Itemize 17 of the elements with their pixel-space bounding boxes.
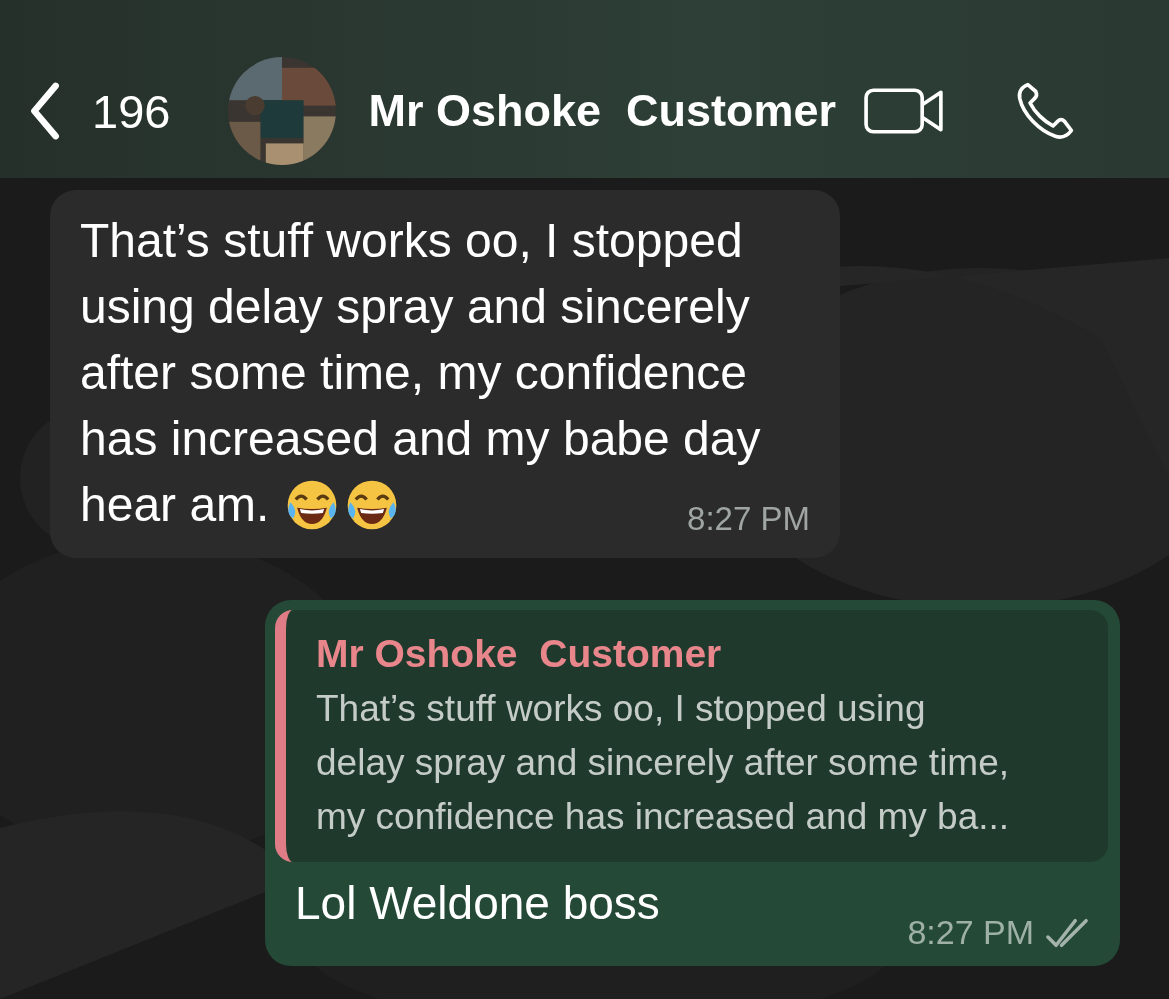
message-time: 8:27 PM [907,913,1034,952]
quote-text: my confidence has increased and my ba... [316,795,1011,839]
message-text: using delay spray and sincerely [80,279,751,335]
back-button[interactable]: 196 [28,82,171,140]
quote-text: That’s stuff works oo, I stopped using [316,687,927,731]
chevron-icon [28,82,62,140]
message-text: hear am. [80,477,270,533]
contact-name[interactable]: Mr Oshoke Customer [368,85,837,137]
quote-author: Mr Oshoke Customer [316,632,723,676]
message-text: That’s stuff works oo, I stopped [80,213,744,269]
video-call-icon[interactable] [864,86,945,136]
quote-text: delay spray and sincerely after some time, [316,741,1011,785]
quoted-message[interactable]: Mr Oshoke Customer That’s stuff works oo, I stopped using delay spray and sincerely after some time, my confidence has increased and my ba... [275,610,1108,862]
message-text: Lol Weldone boss [295,876,660,931]
message-time: 8:27 PM [687,500,810,538]
message-text: has increased and my babe day [80,411,762,467]
message-text: after some time, my confidence [80,345,748,401]
